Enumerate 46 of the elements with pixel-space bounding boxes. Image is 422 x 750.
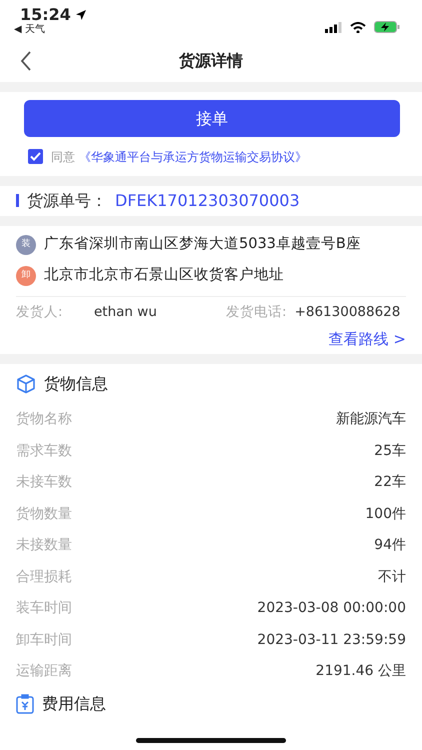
agreement-checkbox[interactable] (28, 148, 43, 164)
section-title: 货物信息 (44, 373, 108, 395)
clipboard-icon (16, 694, 34, 714)
field-value: 94件 (374, 536, 406, 556)
back-to-app-link[interactable]: ◀ 天气 (14, 24, 87, 36)
field-label: 合理损耗 (16, 568, 72, 587)
field-value: 2191.46 公里 (316, 662, 406, 682)
field-value: 不计 (378, 568, 406, 587)
field-value: 100件 (365, 504, 406, 524)
field-label: 卸车时间 (16, 630, 72, 650)
field-label: 未接车数 (16, 473, 72, 492)
section-marker (16, 194, 19, 207)
field-value: 2023-03-08 00:00:00 (257, 599, 406, 618)
back-icon (20, 51, 32, 71)
field-label: 货物名称 (16, 410, 72, 430)
shipper-name: ethan wu (94, 302, 158, 322)
shipper-label: 发货人: (16, 302, 64, 322)
field-value: 新能源汽车 (336, 410, 406, 430)
field-value: 25车 (374, 442, 406, 461)
phone-label: 发货电话: (226, 302, 287, 322)
page-title: 货源详情 (179, 50, 243, 72)
field-label: 需求车数 (16, 442, 72, 461)
order-number: DFEK17012303070003 (115, 190, 300, 212)
agreement-link[interactable]: 《华象通平台与承运方货物运输交易协议》 (79, 150, 307, 164)
wifi-icon (350, 22, 366, 32)
field-value: 2023-03-11 23:59:59 (257, 630, 406, 650)
battery-charging-icon (374, 21, 400, 33)
phone-number: +86130088628 (294, 302, 400, 322)
address-text: 北京市北京市石景山区收货客户地址 (44, 266, 284, 286)
view-route-link[interactable]: 查看路线 > (328, 328, 406, 350)
field-label: 货物数量 (16, 504, 72, 524)
order-number-label: 货源单号： (27, 190, 107, 212)
status-time: 15:24 (20, 6, 71, 24)
address-text: 广东省深圳市南山区梦海大道5033卓越壹号B座 (44, 234, 361, 254)
field-value: 22车 (374, 473, 406, 492)
load-badge: 装 (16, 235, 36, 255)
field-label: 运输距离 (16, 662, 72, 682)
field-label: 未接数量 (16, 536, 72, 556)
unload-badge: 卸 (16, 266, 36, 286)
agree-label: 同意 (51, 150, 75, 164)
box-icon (16, 374, 36, 394)
location-icon (74, 9, 87, 21)
accept-order-button[interactable]: 接单 (24, 100, 400, 137)
signal-icon (325, 22, 342, 32)
section-title: 费用信息 (42, 692, 106, 714)
field-label: 装车时间 (16, 599, 72, 618)
